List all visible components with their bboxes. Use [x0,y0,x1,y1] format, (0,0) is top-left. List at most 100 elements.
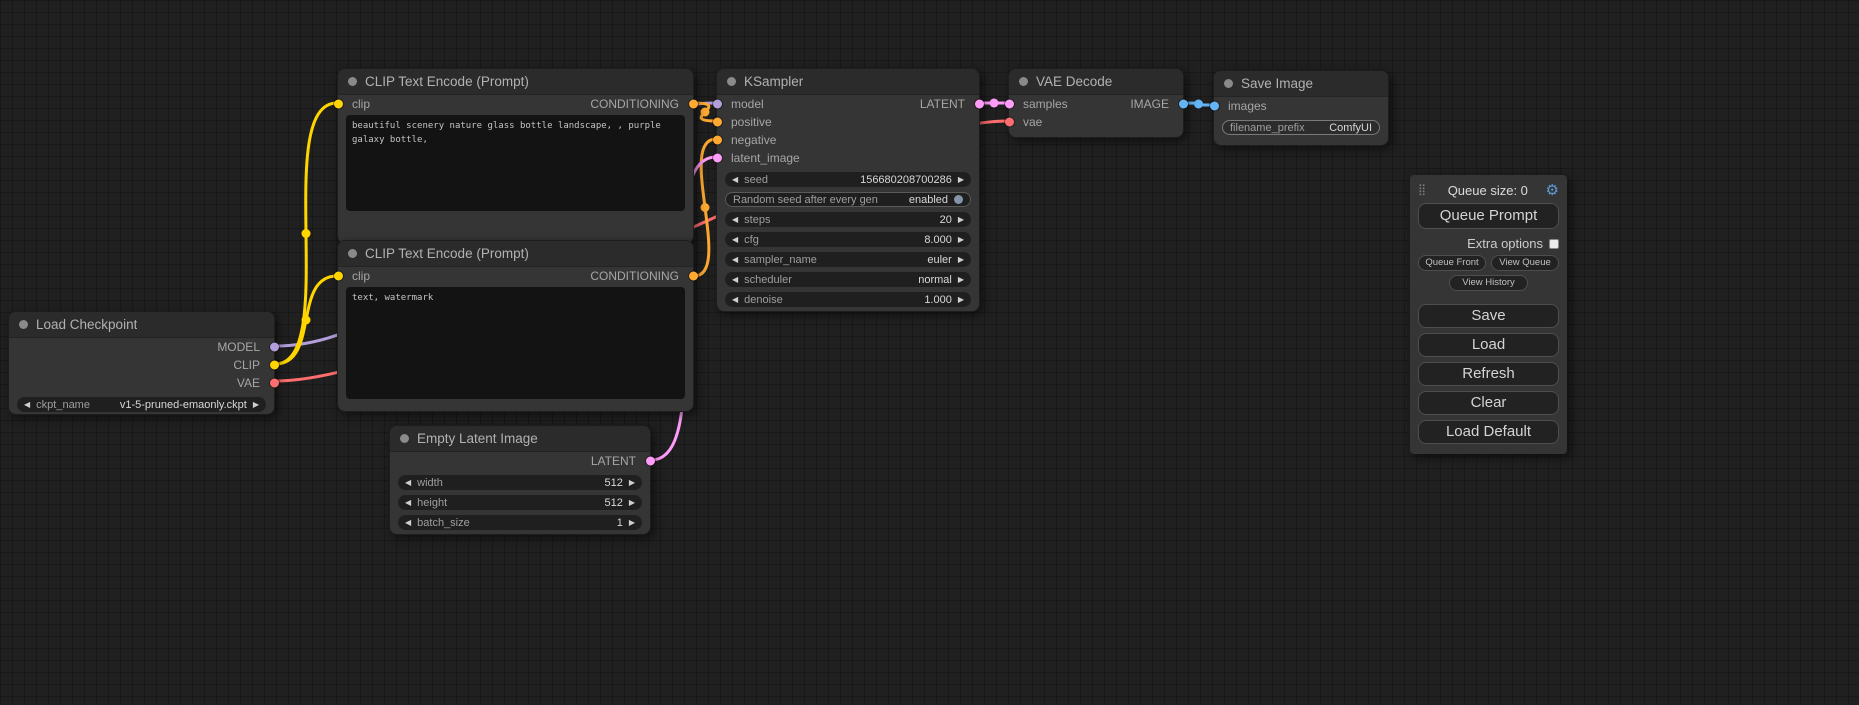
node-title-bar[interactable]: VAE Decode [1009,69,1183,95]
queue-size-label: Queue size: 0 [1430,183,1545,198]
node-vae-decode[interactable]: VAE Decode samples IMAGE vae [1008,68,1184,138]
increment-arrow-icon[interactable]: ▶ [958,216,964,224]
node-clip-text-encode-negative[interactable]: CLIP Text Encode (Prompt) clip CONDITION… [337,240,694,412]
clear-button[interactable]: Clear [1418,391,1559,415]
node-clip-text-encode-positive[interactable]: CLIP Text Encode (Prompt) clip CONDITION… [337,68,694,244]
node-title-bar[interactable]: CLIP Text Encode (Prompt) [338,69,693,95]
collapse-dot-icon[interactable] [348,249,357,258]
node-title-bar[interactable]: KSampler [717,69,979,95]
prev-value-arrow-icon[interactable]: ◀ [24,401,30,409]
collapse-dot-icon[interactable] [400,434,409,443]
prompt-textarea[interactable]: beautiful scenery nature glass bottle la… [346,115,685,211]
queue-menu-panel[interactable]: ⣿ Queue size: 0 ⚙ Queue Prompt Extra opt… [1410,175,1567,454]
increment-arrow-icon[interactable]: ▶ [629,479,635,487]
port-dot-images[interactable] [1210,102,1219,111]
drag-handle-icon[interactable]: ⣿ [1418,185,1426,196]
view-queue-button[interactable]: View Queue [1491,255,1559,271]
widget-ckpt-name[interactable]: ◀ ckpt_name v1-5-pruned-emaonly.ckpt ▶ [17,397,266,412]
wire-midpoint-dot [302,229,311,238]
next-value-arrow-icon[interactable]: ▶ [253,401,259,409]
port-dot-conditioning-output[interactable] [689,272,698,281]
decrement-arrow-icon[interactable]: ◀ [732,176,738,184]
node-save-image[interactable]: Save Image images filename_prefix ComfyU… [1213,70,1389,146]
widget-height[interactable]: ◀ height 512 ▶ [398,495,642,510]
queue-prompt-button[interactable]: Queue Prompt [1418,203,1559,229]
decrement-arrow-icon[interactable]: ◀ [405,479,411,487]
next-value-arrow-icon[interactable]: ▶ [958,276,964,284]
widget-random-seed-toggle[interactable]: Random seed after every gen enabled [725,192,971,207]
widget-batch-size[interactable]: ◀ batch_size 1 ▶ [398,515,642,530]
port-dot-clip-input[interactable] [334,100,343,109]
collapse-dot-icon[interactable] [727,77,736,86]
load-button[interactable]: Load [1418,333,1559,357]
port-dot-latent-image[interactable] [713,154,722,163]
port-dot-latent-output[interactable] [975,100,984,109]
port-dot-model[interactable] [270,343,279,352]
increment-arrow-icon[interactable]: ▶ [958,236,964,244]
port-label: MODEL [217,340,260,354]
node-empty-latent-image[interactable]: Empty Latent Image LATENT ◀ width 512 ▶ … [389,425,651,535]
port-dot-conditioning-output[interactable] [689,100,698,109]
queue-front-button[interactable]: Queue Front [1418,255,1486,271]
next-value-arrow-icon[interactable]: ▶ [958,256,964,264]
prev-value-arrow-icon[interactable]: ◀ [732,256,738,264]
port-dot-vae[interactable] [1005,118,1014,127]
save-button[interactable]: Save [1418,304,1559,328]
decrement-arrow-icon[interactable]: ◀ [405,519,411,527]
input-port-positive: positive [717,113,979,131]
widget-label: batch_size [417,517,470,529]
node-ksampler[interactable]: KSampler model LATENT positive negative … [716,68,980,312]
widget-filename-prefix[interactable]: filename_prefix ComfyUI [1222,120,1380,135]
increment-arrow-icon[interactable]: ▶ [958,296,964,304]
widget-scheduler[interactable]: ◀ scheduler normal ▶ [725,272,971,287]
widget-cfg[interactable]: ◀ cfg 8.000 ▶ [725,232,971,247]
port-dot-image-output[interactable] [1179,100,1188,109]
port-dot-negative[interactable] [713,136,722,145]
widget-label: steps [744,214,770,226]
widget-value: euler [823,254,952,266]
increment-arrow-icon[interactable]: ▶ [629,499,635,507]
widget-value: 156680208700286 [774,174,952,186]
increment-arrow-icon[interactable]: ▶ [629,519,635,527]
port-dot-vae[interactable] [270,379,279,388]
widget-label: denoise [744,294,783,306]
collapse-dot-icon[interactable] [348,77,357,86]
widget-width[interactable]: ◀ width 512 ▶ [398,475,642,490]
collapse-dot-icon[interactable] [1019,77,1028,86]
refresh-button[interactable]: Refresh [1418,362,1559,386]
collapse-dot-icon[interactable] [19,320,28,329]
port-dot-latent[interactable] [646,457,655,466]
port-dot-clip[interactable] [270,361,279,370]
decrement-arrow-icon[interactable]: ◀ [405,499,411,507]
node-title-bar[interactable]: Save Image [1214,71,1388,97]
toggle-knob-icon[interactable] [954,195,963,204]
decrement-arrow-icon[interactable]: ◀ [732,216,738,224]
prompt-textarea[interactable]: text, watermark [346,287,685,399]
increment-arrow-icon[interactable]: ▶ [958,176,964,184]
input-port-negative: negative [717,131,979,149]
port-dot-model-input[interactable] [713,100,722,109]
port-dot-clip-input[interactable] [334,272,343,281]
settings-gear-icon[interactable]: ⚙ [1546,183,1559,198]
widget-steps[interactable]: ◀ steps 20 ▶ [725,212,971,227]
node-title-bar[interactable]: Empty Latent Image [390,426,650,452]
decrement-arrow-icon[interactable]: ◀ [732,296,738,304]
node-load-checkpoint[interactable]: Load Checkpoint MODEL CLIP VAE ◀ ckpt_na… [8,311,275,415]
extra-options-checkbox[interactable] [1549,239,1559,249]
collapse-dot-icon[interactable] [1224,79,1233,88]
widget-sampler-name[interactable]: ◀ sampler_name euler ▶ [725,252,971,267]
decrement-arrow-icon[interactable]: ◀ [732,236,738,244]
node-title-bar[interactable]: CLIP Text Encode (Prompt) [338,241,693,267]
load-default-button[interactable]: Load Default [1418,420,1559,444]
node-title-bar[interactable]: Load Checkpoint [9,312,274,338]
prev-value-arrow-icon[interactable]: ◀ [732,276,738,284]
port-dot-samples[interactable] [1005,100,1014,109]
queue-panel-header[interactable]: ⣿ Queue size: 0 ⚙ [1418,181,1559,199]
view-history-button[interactable]: View History [1449,275,1528,291]
port-dot-positive[interactable] [713,118,722,127]
port-label: positive [731,115,772,129]
widget-label: sampler_name [744,254,817,266]
graph-canvas[interactable]: Load Checkpoint MODEL CLIP VAE ◀ ckpt_na… [0,0,1859,705]
widget-seed[interactable]: ◀ seed 156680208700286 ▶ [725,172,971,187]
widget-denoise[interactable]: ◀ denoise 1.000 ▶ [725,292,971,307]
